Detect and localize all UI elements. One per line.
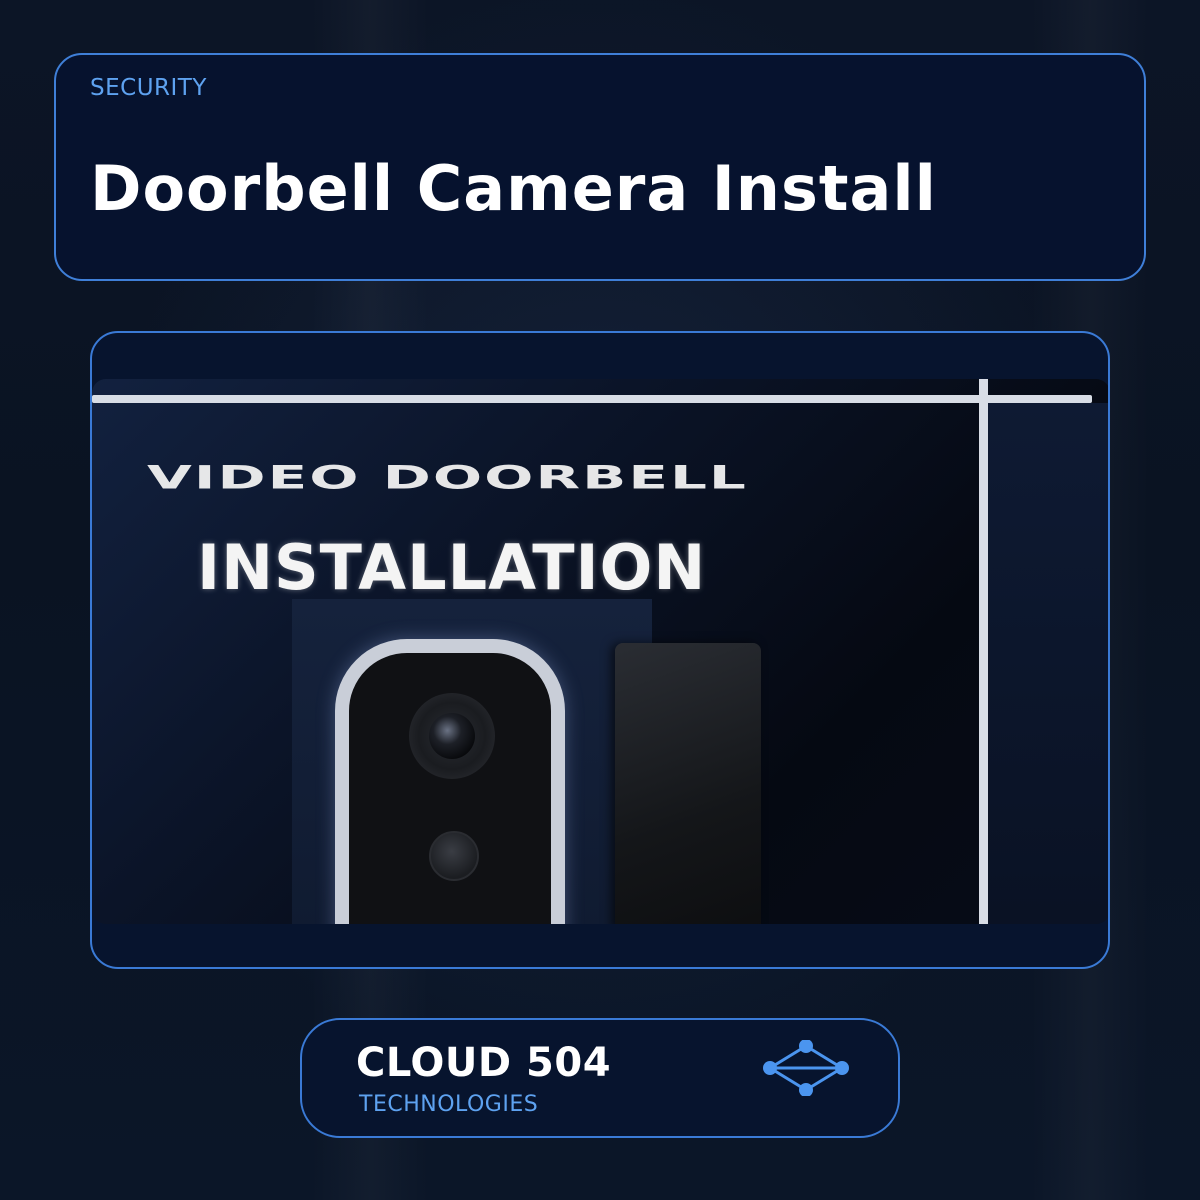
logo-node xyxy=(799,1040,813,1053)
photo-door-frame-side xyxy=(979,379,988,924)
doorbell-button-icon xyxy=(429,831,479,881)
brand-badge: CLOUD 504 TECHNOLOGIES xyxy=(300,1018,900,1138)
photo-door-panel xyxy=(988,403,1108,924)
doorbell-camera-illustration xyxy=(335,639,565,924)
doorbell-installation-photo: VIDEO DOORBELL INSTALLATION xyxy=(92,379,1108,924)
photo-caption-line2: INSTALLATION xyxy=(197,531,707,604)
camera-lens-icon xyxy=(409,693,495,779)
logo-node xyxy=(799,1083,813,1096)
photo-caption-line1: VIDEO DOORBELL xyxy=(147,459,748,497)
logo-node xyxy=(835,1061,849,1075)
brand-name: CLOUD 504 xyxy=(356,1040,612,1086)
feature-image-card: VIDEO DOORBELL INSTALLATION xyxy=(90,331,1110,969)
camera-lens-glass xyxy=(429,713,475,759)
photo-chime-box xyxy=(615,643,761,924)
brand-tagline: TECHNOLOGIES xyxy=(359,1092,539,1117)
logo-node xyxy=(763,1061,777,1075)
photo-door-frame-top xyxy=(92,395,1092,403)
network-nodes-icon xyxy=(763,1040,849,1096)
header-card: SECURITY Doorbell Camera Install xyxy=(54,53,1146,281)
page-title: Doorbell Camera Install xyxy=(90,152,937,225)
category-label: SECURITY xyxy=(90,75,207,101)
